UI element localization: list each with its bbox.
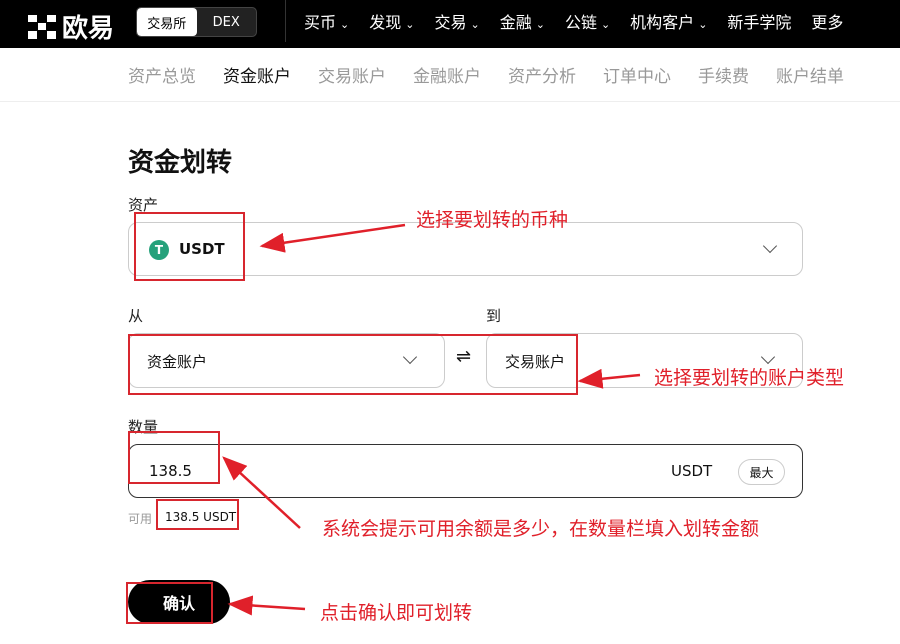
- annotation-select-coin: 选择要划转的币种: [416, 205, 568, 232]
- arrow-icon: [580, 375, 640, 381]
- annotation-arrows: [0, 0, 900, 644]
- annotation-select-account: 选择要划转的账户类型: [654, 363, 844, 390]
- annotation-amount: 系统会提示可用余额是多少，在数量栏填入划转金额: [322, 514, 759, 541]
- annotation-confirm: 点击确认即可划转: [320, 598, 472, 625]
- arrow-icon: [224, 458, 300, 528]
- arrow-icon: [262, 225, 405, 246]
- arrow-icon: [230, 604, 305, 609]
